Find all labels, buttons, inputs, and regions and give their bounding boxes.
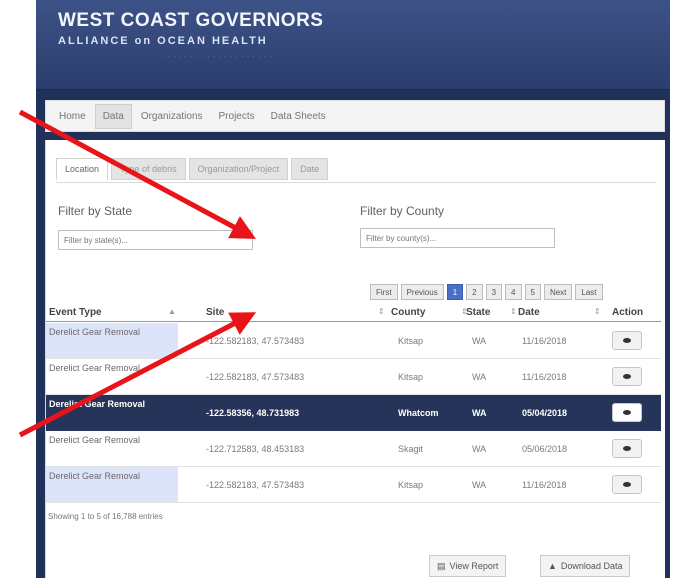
- cell-date: 11/16/2018: [522, 372, 567, 382]
- page-3-button[interactable]: 3: [485, 284, 503, 300]
- cell-county: Kitsap: [398, 372, 424, 382]
- site-tagline: · · · · · · · · · · · · · · · · · · · ·: [162, 54, 273, 60]
- download-data-button[interactable]: ▲ Download Data: [540, 555, 631, 577]
- table-row[interactable]: Derelict Gear Removal -122.582183, 47.57…: [46, 359, 661, 395]
- sort-icon[interactable]: ⇕: [378, 307, 385, 316]
- nav-organizations[interactable]: Organizations: [134, 105, 210, 128]
- sort-asc-icon[interactable]: ▲: [168, 307, 176, 316]
- tab-location[interactable]: Location: [56, 158, 109, 180]
- site-subtitle: ALLIANCE on OCEAN HEALTH: [58, 35, 268, 47]
- site-title[interactable]: WEST COAST GOVERNORS: [58, 10, 323, 32]
- data-panel: Location Type of debris Organization/Pro…: [45, 140, 665, 578]
- site-header: WEST COAST GOVERNORS ALLIANCE on OCEAN H…: [36, 0, 670, 90]
- tab-type-of-debris[interactable]: Type of debris: [111, 158, 186, 180]
- eye-icon: [623, 482, 631, 487]
- view-row-button[interactable]: [612, 367, 642, 386]
- view-row-button[interactable]: [612, 331, 642, 350]
- cell-state: WA: [472, 408, 487, 418]
- main-nav: Home Data Organizations Projects Data Sh…: [45, 100, 665, 132]
- view-row-button[interactable]: [612, 403, 642, 422]
- cell-county: Skagit: [398, 444, 424, 454]
- nav-data-sheets[interactable]: Data Sheets: [264, 105, 333, 128]
- view-report-label: View Report: [449, 561, 499, 571]
- cell-date: 05/04/2018: [522, 408, 568, 418]
- column-event-type[interactable]: Event Type: [49, 307, 102, 318]
- download-icon: ▲: [548, 561, 557, 571]
- cell-date: 11/16/2018: [522, 336, 567, 346]
- report-icon: ▤: [437, 560, 446, 571]
- page-next-button[interactable]: Next: [543, 284, 573, 300]
- cell-site: -122.58356, 48.731983: [206, 408, 300, 418]
- tab-organization-project[interactable]: Organization/Project: [188, 158, 289, 180]
- download-data-label: Download Data: [560, 561, 623, 571]
- page-4-button[interactable]: 4: [505, 284, 522, 300]
- filter-county-label: Filter by County: [360, 204, 445, 218]
- cell-event-type: Derelict Gear Removal: [49, 435, 141, 445]
- page-previous-button[interactable]: Previous: [400, 284, 444, 300]
- nav-data[interactable]: Data: [94, 103, 132, 129]
- sort-icon[interactable]: ⇕: [594, 307, 601, 316]
- page-last-button[interactable]: Last: [575, 284, 603, 300]
- page-1-button[interactable]: 1: [446, 284, 464, 300]
- cell-site: -122.582183, 47.573483: [206, 372, 305, 382]
- table-header: Event Type ▲ Site ⇕ County ⇕ State ⇕ Dat…: [46, 304, 661, 322]
- table-row[interactable]: Derelict Gear Removal -122.582183, 47.57…: [46, 323, 661, 359]
- nav-projects[interactable]: Projects: [212, 105, 262, 128]
- cell-site: -122.712583, 48.453183: [206, 444, 305, 454]
- filter-county-input[interactable]: [360, 228, 555, 248]
- eye-icon: [623, 446, 631, 451]
- cell-date: 11/16/2018: [522, 480, 567, 490]
- view-report-button[interactable]: ▤ View Report: [429, 555, 507, 577]
- column-action: Action: [612, 307, 644, 318]
- cell-date: 05/06/2018: [522, 444, 568, 454]
- cell-state: WA: [472, 336, 487, 346]
- page-first-button[interactable]: First: [370, 284, 398, 300]
- pagination: First Previous 1 2 3 4 5 Next Last: [370, 284, 606, 300]
- column-county[interactable]: County: [391, 307, 425, 318]
- cell-state: WA: [472, 480, 487, 490]
- eye-icon: [623, 338, 631, 343]
- cell-state: WA: [472, 444, 487, 454]
- entries-count: Showing 1 to 5 of 16,788 entries: [48, 512, 163, 521]
- tab-date[interactable]: Date: [291, 158, 329, 180]
- table-row[interactable]: Derelict Gear Removal -122.712583, 48.45…: [46, 431, 661, 467]
- page-2-button[interactable]: 2: [466, 284, 483, 300]
- cell-county: Kitsap: [398, 336, 424, 346]
- eye-icon: [623, 374, 631, 379]
- eye-icon: [623, 410, 631, 415]
- cell-state: WA: [472, 372, 487, 382]
- sort-icon[interactable]: ⇕: [510, 307, 517, 316]
- cell-county: Whatcom: [398, 408, 439, 418]
- cell-event-type: Derelict Gear Removal: [49, 363, 141, 373]
- cell-event-type: Derelict Gear Removal: [46, 467, 178, 502]
- nav-home[interactable]: Home: [52, 105, 93, 128]
- cell-site: -122.582183, 47.573483: [206, 480, 305, 490]
- view-row-button[interactable]: [612, 439, 642, 458]
- view-row-button[interactable]: [612, 475, 642, 494]
- filter-tabs: Location Type of debris Organization/Pro…: [56, 158, 331, 180]
- cell-county: Kitsap: [398, 480, 424, 490]
- column-state[interactable]: State: [466, 307, 490, 318]
- cell-event-type: Derelict Gear Removal: [46, 395, 178, 430]
- table-row[interactable]: Derelict Gear Removal -122.582183, 47.57…: [46, 467, 661, 503]
- table-row-selected[interactable]: Derelict Gear Removal -122.58356, 48.731…: [46, 395, 661, 431]
- tab-divider: [56, 182, 656, 183]
- filter-state-label: Filter by State: [58, 204, 133, 218]
- column-date[interactable]: Date: [518, 307, 540, 318]
- column-site[interactable]: Site: [206, 307, 224, 318]
- cell-event-type: Derelict Gear Removal: [46, 323, 178, 358]
- page-5-button[interactable]: 5: [524, 284, 541, 300]
- cell-site: -122.582183, 47.573483: [206, 336, 305, 346]
- filter-state-input[interactable]: [58, 230, 253, 250]
